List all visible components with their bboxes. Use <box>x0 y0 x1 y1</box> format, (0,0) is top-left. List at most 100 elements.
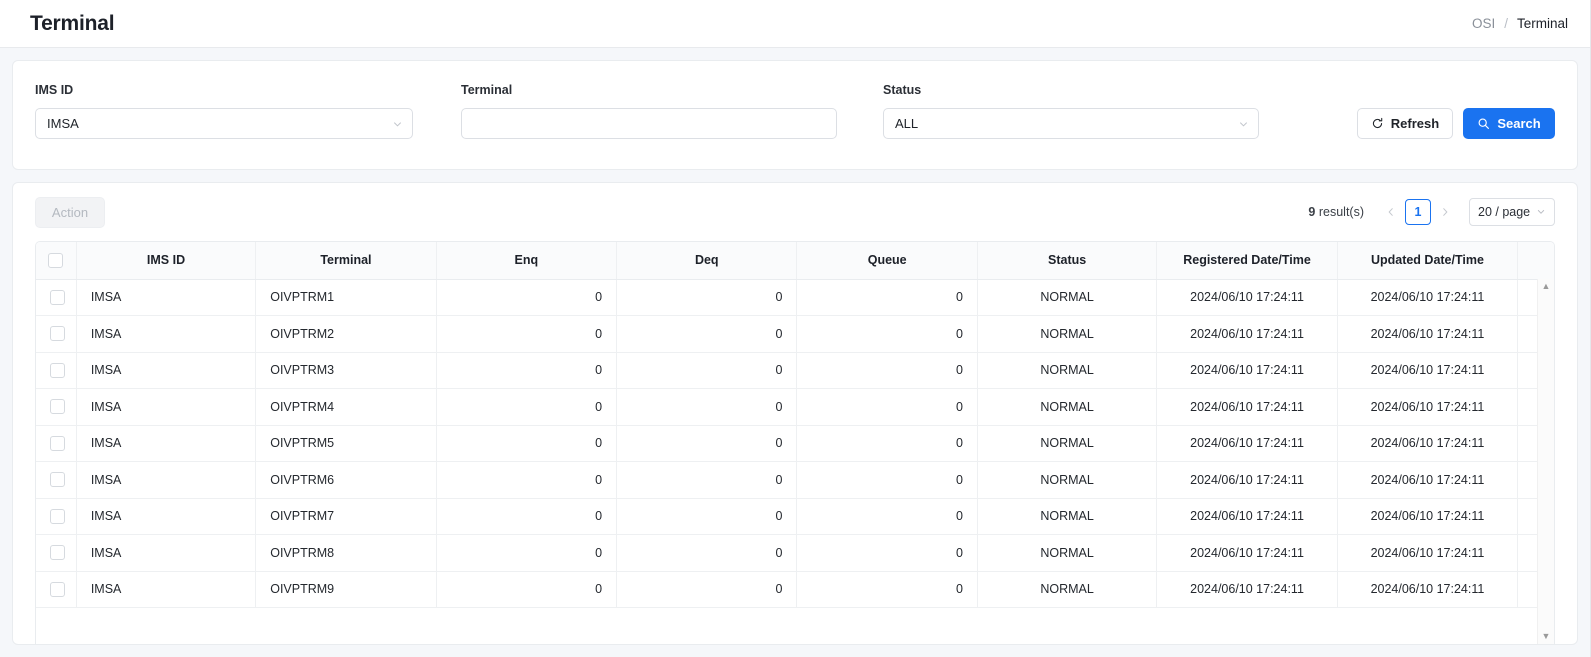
cell-enq: 0 <box>436 425 616 462</box>
chevron-right-icon[interactable] <box>1434 201 1456 223</box>
cell-registered: 2024/06/10 17:24:11 <box>1157 316 1337 353</box>
cell-queue: 0 <box>797 316 977 353</box>
cell-queue: 0 <box>797 352 977 389</box>
results-grid-container: IMS ID Terminal Enq Deq Queue Status Reg… <box>35 241 1555 644</box>
cell-status: NORMAL <box>977 571 1156 608</box>
row-checkbox[interactable] <box>50 399 65 414</box>
table-row[interactable]: IMSAOIVPTRM8000NORMAL2024/06/10 17:24:11… <box>36 535 1554 572</box>
cell-updated: 2024/06/10 17:24:11 <box>1337 389 1517 426</box>
cell-terminal: OIVPTRM2 <box>256 316 436 353</box>
cell-registered: 2024/06/10 17:24:11 <box>1157 462 1337 499</box>
field-terminal: Terminal <box>461 83 837 139</box>
page-root: Terminal OSI / Terminal IMS ID IMSA Term… <box>0 0 1591 657</box>
scrollbar-track[interactable] <box>1538 291 1554 632</box>
row-checkbox[interactable] <box>50 326 65 341</box>
cell-queue: 0 <box>797 462 977 499</box>
chevron-down-icon <box>1238 118 1249 129</box>
column-header-updated[interactable]: Updated Date/Time <box>1337 242 1517 279</box>
cell-enq: 0 <box>436 571 616 608</box>
table-row[interactable]: IMSAOIVPTRM3000NORMAL2024/06/10 17:24:11… <box>36 352 1554 389</box>
page-title: Terminal <box>30 12 114 36</box>
search-icon <box>1477 117 1490 130</box>
cell-updated: 2024/06/10 17:24:11 <box>1337 425 1517 462</box>
scroll-down-arrow-icon[interactable]: ▼ <box>1542 632 1551 641</box>
row-select-cell <box>36 279 76 316</box>
column-header-terminal[interactable]: Terminal <box>256 242 436 279</box>
cell-enq: 0 <box>436 389 616 426</box>
label-status: Status <box>883 83 1259 98</box>
page-size-select[interactable]: 20 / page <box>1469 198 1555 226</box>
cell-registered: 2024/06/10 17:24:11 <box>1157 571 1337 608</box>
select-all-checkbox[interactable] <box>48 253 63 268</box>
cell-ims_id: IMSA <box>76 389 255 426</box>
cell-updated: 2024/06/10 17:24:11 <box>1337 352 1517 389</box>
page-header: Terminal OSI / Terminal <box>0 0 1590 48</box>
cell-queue: 0 <box>797 498 977 535</box>
ims-id-select[interactable]: IMSA <box>35 108 413 139</box>
table-row[interactable]: IMSAOIVPTRM1000NORMAL2024/06/10 17:24:11… <box>36 279 1554 316</box>
cell-deq: 0 <box>617 352 797 389</box>
column-header-deq[interactable]: Deq <box>617 242 797 279</box>
cell-terminal: OIVPTRM3 <box>256 352 436 389</box>
column-header-spacer <box>1518 242 1554 279</box>
column-header-queue[interactable]: Queue <box>797 242 977 279</box>
select-all-header-cell <box>36 242 76 279</box>
column-header-ims-id[interactable]: IMS ID <box>76 242 255 279</box>
row-select-cell <box>36 389 76 426</box>
row-select-cell <box>36 535 76 572</box>
row-select-cell <box>36 462 76 499</box>
row-checkbox[interactable] <box>50 582 65 597</box>
table-toolbar: Action 9 result(s) 1 20 / page <box>13 183 1577 241</box>
status-select[interactable]: ALL <box>883 108 1259 139</box>
terminal-input[interactable] <box>461 108 837 139</box>
page-size-value: 20 / page <box>1478 205 1530 219</box>
search-button[interactable]: Search <box>1463 108 1555 139</box>
cell-updated: 2024/06/10 17:24:11 <box>1337 498 1517 535</box>
label-terminal: Terminal <box>461 83 837 98</box>
result-count-suffix: result(s) <box>1315 205 1364 219</box>
cell-enq: 0 <box>436 352 616 389</box>
results-table: IMS ID Terminal Enq Deq Queue Status Reg… <box>36 242 1554 608</box>
cell-ims_id: IMSA <box>76 316 255 353</box>
row-checkbox[interactable] <box>50 363 65 378</box>
cell-status: NORMAL <box>977 498 1156 535</box>
column-header-status[interactable]: Status <box>977 242 1156 279</box>
filter-panel: IMS ID IMSA Terminal Status ALL <box>12 60 1578 170</box>
page-number-1[interactable]: 1 <box>1405 199 1431 225</box>
table-header-row: IMS ID Terminal Enq Deq Queue Status Reg… <box>36 242 1554 279</box>
cell-terminal: OIVPTRM7 <box>256 498 436 535</box>
breadcrumb-link-osi[interactable]: OSI <box>1472 16 1495 31</box>
refresh-icon <box>1371 117 1384 130</box>
row-select-cell <box>36 571 76 608</box>
cell-queue: 0 <box>797 425 977 462</box>
refresh-button[interactable]: Refresh <box>1357 108 1453 139</box>
row-checkbox[interactable] <box>50 290 65 305</box>
row-select-cell <box>36 498 76 535</box>
row-checkbox[interactable] <box>50 509 65 524</box>
cell-deq: 0 <box>617 279 797 316</box>
column-header-enq[interactable]: Enq <box>436 242 616 279</box>
cell-ims_id: IMSA <box>76 279 255 316</box>
table-row[interactable]: IMSAOIVPTRM9000NORMAL2024/06/10 17:24:11… <box>36 571 1554 608</box>
cell-deq: 0 <box>617 535 797 572</box>
column-header-registered[interactable]: Registered Date/Time <box>1157 242 1337 279</box>
scroll-up-arrow-icon[interactable]: ▲ <box>1542 282 1551 291</box>
row-checkbox[interactable] <box>50 436 65 451</box>
action-button[interactable]: Action <box>35 197 105 228</box>
chevron-left-icon[interactable] <box>1380 201 1402 223</box>
table-row[interactable]: IMSAOIVPTRM7000NORMAL2024/06/10 17:24:11… <box>36 498 1554 535</box>
table-row[interactable]: IMSAOIVPTRM6000NORMAL2024/06/10 17:24:11… <box>36 462 1554 499</box>
table-row[interactable]: IMSAOIVPTRM2000NORMAL2024/06/10 17:24:11… <box>36 316 1554 353</box>
table-row[interactable]: IMSAOIVPTRM5000NORMAL2024/06/10 17:24:11… <box>36 425 1554 462</box>
row-checkbox[interactable] <box>50 472 65 487</box>
action-button-label: Action <box>52 205 88 220</box>
vertical-scrollbar[interactable]: ▲ ▼ <box>1537 279 1554 644</box>
row-select-cell <box>36 316 76 353</box>
cell-registered: 2024/06/10 17:24:11 <box>1157 279 1337 316</box>
table-body: IMSAOIVPTRM1000NORMAL2024/06/10 17:24:11… <box>36 279 1554 608</box>
cell-enq: 0 <box>436 316 616 353</box>
cell-ims_id: IMSA <box>76 498 255 535</box>
cell-deq: 0 <box>617 571 797 608</box>
row-checkbox[interactable] <box>50 545 65 560</box>
table-row[interactable]: IMSAOIVPTRM4000NORMAL2024/06/10 17:24:11… <box>36 389 1554 426</box>
